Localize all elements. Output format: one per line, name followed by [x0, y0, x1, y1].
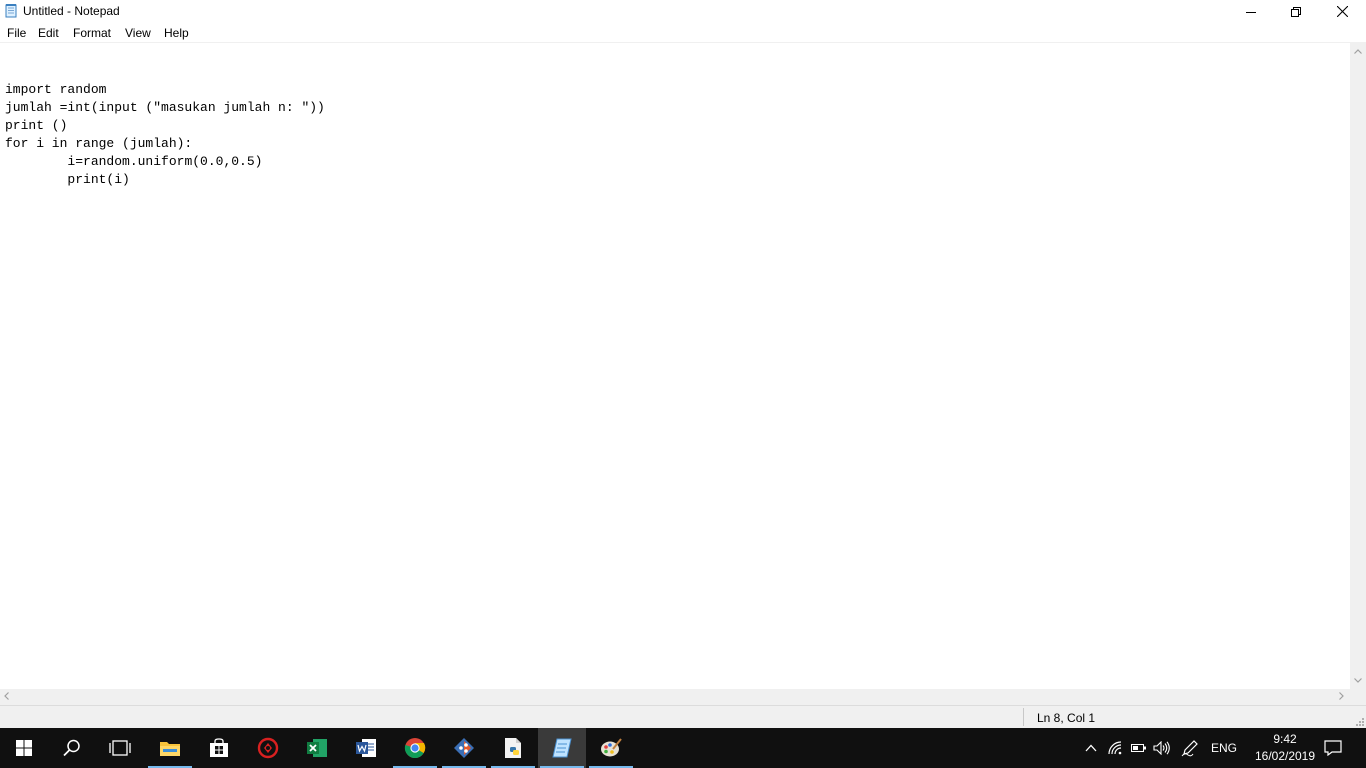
status-divider: [1023, 708, 1024, 726]
cursor-position: Ln 8, Col 1: [1037, 711, 1096, 725]
chrome-icon: [404, 738, 426, 759]
scroll-up-icon[interactable]: [1354, 49, 1362, 54]
minimize-icon: [1246, 11, 1256, 13]
menu-help[interactable]: Help: [164, 26, 189, 40]
code-line: print(i): [5, 172, 130, 187]
notification-icon: [1324, 740, 1342, 756]
action-center-button[interactable]: [1323, 738, 1343, 758]
store-icon: [210, 738, 228, 757]
notepad-taskbar-button[interactable]: [538, 728, 586, 768]
python-idle-button[interactable]: [489, 728, 537, 768]
chrome-button[interactable]: [391, 728, 439, 768]
scroll-left-icon[interactable]: [4, 692, 9, 700]
task-view-button[interactable]: [96, 728, 144, 768]
battery-button[interactable]: [1129, 738, 1149, 758]
windows-ink-button[interactable]: [1180, 738, 1200, 758]
notepad-icon: [552, 738, 572, 758]
code-line: for i in range (jumlah):: [5, 136, 193, 151]
python-idle-icon: [505, 738, 521, 758]
vertical-scrollbar[interactable]: [1350, 42, 1366, 689]
wifi-icon: [1108, 741, 1122, 755]
close-button[interactable]: [1319, 0, 1365, 23]
search-button[interactable]: [48, 728, 96, 768]
status-bar: Ln 8, Col 1: [0, 705, 1366, 728]
red-app-button[interactable]: [244, 728, 292, 768]
maximize-button[interactable]: [1273, 0, 1319, 23]
code-line: jumlah =int(input ("masukan jumlah n: ")…: [5, 100, 325, 115]
clock-date[interactable]: 16/02/2019: [1247, 749, 1323, 763]
text-editor[interactable]: import random jumlah =int(input ("masukan…: [0, 42, 1350, 689]
pen-icon: [1181, 740, 1198, 757]
menu-view[interactable]: View: [125, 26, 151, 40]
scroll-right-icon[interactable]: [1339, 692, 1344, 700]
close-icon: [1336, 6, 1348, 17]
menu-edit[interactable]: Edit: [38, 26, 59, 40]
word-button[interactable]: [342, 728, 390, 768]
volume-button[interactable]: [1152, 738, 1172, 758]
excel-icon: [307, 739, 327, 757]
task-view-icon: [109, 740, 131, 756]
search-icon: [63, 739, 80, 757]
battery-icon: [1131, 744, 1146, 752]
show-hidden-icons-button[interactable]: [1081, 738, 1101, 758]
store-button[interactable]: [195, 728, 243, 768]
scrollbar-corner: [1350, 689, 1366, 705]
code-line: i=random.uniform(0.0,0.5): [5, 154, 263, 169]
start-button[interactable]: [0, 728, 48, 768]
code-line: print (): [5, 118, 68, 133]
language-indicator[interactable]: ENG: [1211, 741, 1237, 755]
red-app-icon: [257, 737, 279, 759]
horizontal-scrollbar[interactable]: [0, 689, 1350, 705]
word-icon: [356, 739, 376, 757]
file-explorer-icon: [160, 742, 180, 756]
menu-format[interactable]: Format: [73, 26, 111, 40]
network-button[interactable]: [1106, 738, 1126, 758]
volume-icon: [1153, 741, 1170, 755]
menu-file[interactable]: File: [7, 26, 26, 40]
excel-button[interactable]: [293, 728, 341, 768]
minimize-button[interactable]: [1228, 0, 1274, 23]
resize-grip-icon[interactable]: [1354, 716, 1364, 726]
code-line: import random: [5, 82, 107, 97]
title-bar[interactable]: Untitled - Notepad: [0, 0, 1366, 23]
taskbar: ENG 9:42 16/02/2019: [0, 728, 1366, 768]
editor-content[interactable]: import random jumlah =int(input ("masukan…: [5, 63, 325, 189]
git-icon: [454, 738, 474, 758]
restore-icon: [1291, 6, 1301, 17]
paint-icon: [601, 738, 622, 757]
start-icon: [16, 740, 32, 756]
file-explorer-button[interactable]: [146, 728, 194, 768]
scroll-down-icon[interactable]: [1354, 678, 1362, 683]
paint-button[interactable]: [587, 728, 635, 768]
notepad-icon: [4, 4, 18, 18]
menu-bar: File Edit Format View Help: [0, 23, 1366, 42]
git-button[interactable]: [440, 728, 488, 768]
chevron-up-icon: [1085, 744, 1097, 752]
window-title: Untitled - Notepad: [23, 4, 120, 18]
clock-time[interactable]: 9:42: [1265, 732, 1305, 746]
